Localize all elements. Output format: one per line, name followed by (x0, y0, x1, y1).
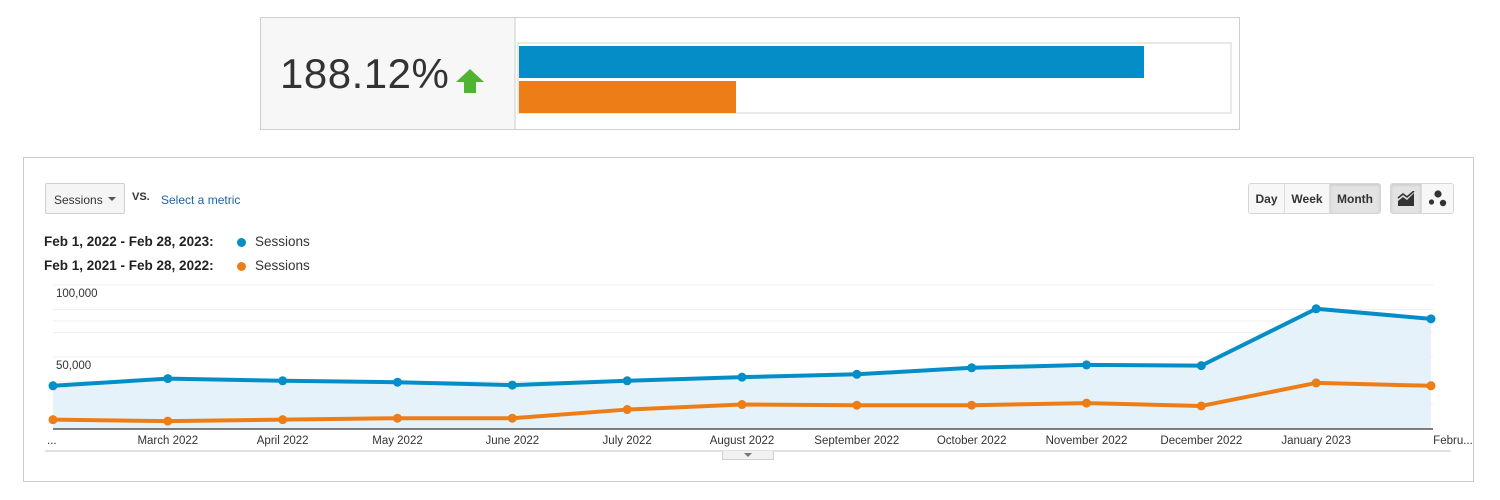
previous-period-point (737, 400, 747, 410)
previous-period-point (48, 415, 58, 425)
x-tick-label: April 2022 (257, 435, 309, 447)
sessions-chart-panel: 100,000 50,000... March 2022 April 2022 May … (23, 157, 1474, 482)
current-period-point (1426, 314, 1436, 324)
previous-period-point (278, 415, 288, 425)
select-metric-link[interactable]: Select a metric (161, 193, 240, 207)
period-toggle: Day Week Month (1248, 183, 1381, 214)
day-button[interactable]: Day (1249, 184, 1285, 213)
comparison-summary: 188.12% (261, 18, 516, 129)
comparison-bars (517, 42, 1232, 114)
previous-period-bar (519, 81, 736, 113)
line-chart-icon (1397, 190, 1415, 206)
comparison-card: 188.12% (260, 17, 1240, 130)
current-period-area (53, 308, 1431, 429)
current-period-point (507, 380, 517, 390)
line-chart-button[interactable] (1391, 184, 1422, 213)
x-tick-label: July 2022 (603, 435, 652, 447)
motion-chart-button[interactable] (1422, 184, 1453, 213)
current-period-point (278, 376, 288, 386)
x-tick-label: ... (47, 435, 57, 447)
previous-period-point (1196, 401, 1206, 411)
chevron-down-icon (108, 197, 116, 201)
current-period-point (622, 376, 632, 386)
current-period-point (163, 374, 173, 384)
current-period-point (393, 377, 402, 387)
previous-period-point (967, 400, 977, 410)
legend-current-period: Feb 1, 2022 - Feb 28, 2023: Sessions (44, 234, 344, 252)
motion-chart-icon (1428, 189, 1446, 206)
chart-expand-handle[interactable] (722, 451, 774, 460)
legend-dot-icon (237, 238, 246, 247)
chart-type-toggle (1390, 183, 1454, 214)
x-tick-label: June 2022 (485, 435, 539, 447)
previous-period-point (163, 416, 173, 426)
x-tick-label: October 2022 (937, 435, 1007, 447)
month-button[interactable]: Month (1330, 184, 1380, 213)
x-tick-label: May 2022 (372, 435, 423, 447)
x-tick-label: Febru... (1433, 435, 1473, 447)
percent-change: 188.12% (280, 50, 450, 97)
current-period-point (967, 363, 977, 373)
legend-series-name: Sessions (255, 258, 310, 273)
previous-period-point (1082, 398, 1091, 408)
metric-dropdown-value: Sessions (54, 193, 103, 207)
current-period-point (1082, 360, 1091, 370)
x-tick-label: January 2023 (1281, 435, 1351, 447)
vs-label: VS. (132, 191, 150, 203)
x-tick-label: September 2022 (814, 435, 899, 447)
previous-period-point (507, 413, 517, 423)
week-button[interactable]: Week (1285, 184, 1330, 213)
legend-date-range: Feb 1, 2022 - Feb 28, 2023: (44, 234, 214, 249)
x-tick-label: December 2022 (1160, 435, 1242, 447)
metric-dropdown[interactable]: Sessions (45, 183, 125, 214)
current-period-point (1196, 361, 1206, 371)
current-period-point (1311, 304, 1321, 314)
legend-series-name: Sessions (255, 234, 310, 249)
current-period-point (852, 369, 862, 379)
current-period-point (737, 372, 747, 382)
up-arrow-icon (456, 69, 484, 93)
legend-dot-icon (237, 262, 246, 271)
previous-period-point (1426, 381, 1436, 391)
current-period-bar (519, 46, 1144, 78)
legend-date-range: Feb 1, 2021 - Feb 28, 2022: (44, 258, 214, 273)
x-tick-label: November 2022 (1046, 435, 1128, 447)
x-tick-label: August 2022 (710, 435, 775, 447)
previous-period-point (393, 413, 402, 423)
legend-previous-period: Feb 1, 2021 - Feb 28, 2022: Sessions (44, 258, 344, 276)
previous-period-point (852, 400, 862, 410)
x-tick-label: March 2022 (137, 435, 198, 447)
previous-period-point (1311, 378, 1321, 388)
y-tick-label: 50,000 (56, 360, 91, 372)
y-tick-label: 100,000 (56, 288, 98, 300)
current-period-point (48, 381, 58, 391)
previous-period-point (622, 405, 632, 415)
caret-down-icon (744, 453, 752, 457)
